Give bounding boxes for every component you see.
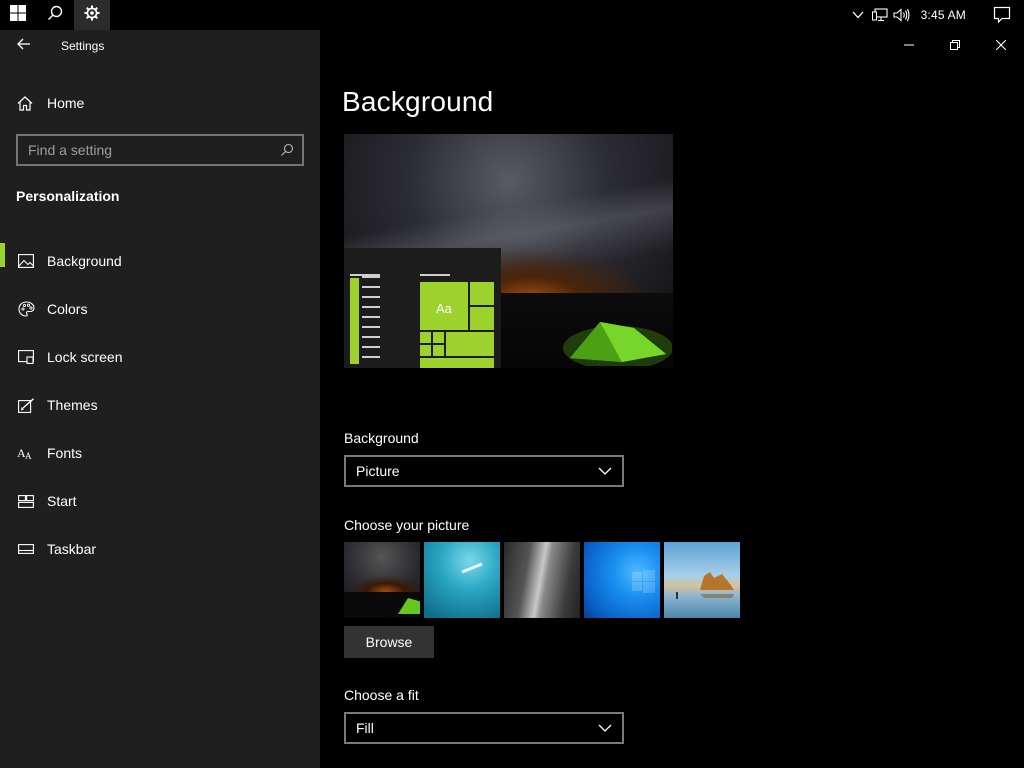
sidebar-item-label: Fonts	[47, 445, 83, 461]
home-icon	[17, 95, 33, 111]
thumbnail-rock-cliff[interactable]	[504, 542, 580, 618]
minimize-icon	[904, 37, 914, 55]
sidebar-item-label: Lock screen	[47, 349, 123, 365]
sidebar-item-colors[interactable]: Colors	[0, 285, 320, 333]
windows-logo-icon	[10, 4, 26, 26]
picture-thumbnails	[344, 542, 740, 618]
chevron-up-icon[interactable]	[847, 0, 869, 30]
action-center-icon[interactable]	[980, 0, 1024, 30]
background-dropdown[interactable]: Picture	[344, 455, 624, 487]
sidebar-item-label: Themes	[47, 397, 98, 413]
preview-tile	[433, 332, 444, 343]
preview-tiles: Aa	[420, 282, 494, 368]
restore-button[interactable]	[932, 30, 978, 62]
preview-line	[420, 274, 450, 276]
rocks-thumbnail-icon	[676, 572, 734, 599]
windows-logo-thumbnail-icon	[632, 570, 655, 593]
preview-start-menu: Aa	[344, 248, 501, 368]
preview-tile-wide	[446, 332, 494, 356]
title-bar: Settings	[0, 30, 320, 62]
swimmer-thumbnail-icon	[461, 562, 483, 574]
preview-menu-lines	[362, 276, 382, 366]
lock-screen-icon	[17, 350, 35, 364]
search-icon	[47, 5, 63, 26]
tent-illustration	[563, 322, 672, 366]
background-dropdown-value: Picture	[356, 463, 400, 479]
nav-list: Background Colors Lock screen Themes AA …	[0, 237, 320, 573]
back-button[interactable]	[0, 30, 48, 62]
taskbar: 3:45 AM	[0, 0, 1024, 30]
sidebar-item-start[interactable]: Start	[0, 477, 320, 525]
restore-icon	[950, 37, 960, 55]
preview-tile	[470, 307, 494, 330]
sidebar-item-fonts[interactable]: AA Fonts	[0, 429, 320, 477]
chevron-down-icon	[598, 719, 612, 737]
page-title: Background	[342, 86, 494, 117]
preview-tile	[420, 345, 431, 356]
fit-label: Choose a fit	[344, 687, 419, 703]
preview-tile	[433, 345, 444, 356]
thumbnail-beach-rocks[interactable]	[664, 542, 740, 618]
palette-icon	[17, 301, 35, 317]
fit-dropdown-value: Fill	[356, 720, 374, 736]
sidebar-item-label: Colors	[47, 301, 88, 317]
paintbrush-icon	[17, 397, 35, 413]
sidebar-item-themes[interactable]: Themes	[0, 381, 320, 429]
preview-sample-text: Aa	[436, 301, 452, 316]
home-link[interactable]: Home	[0, 85, 320, 121]
window-controls	[886, 30, 1024, 62]
taskbar-search-button[interactable]	[37, 0, 73, 30]
volume-icon[interactable]	[891, 0, 913, 30]
preview-tile-wide	[420, 358, 494, 368]
close-icon	[995, 37, 1007, 55]
start-icon	[17, 494, 35, 508]
browse-button[interactable]: Browse	[344, 626, 434, 658]
preview-tile	[470, 282, 494, 305]
tent-thumbnail-icon	[344, 592, 420, 618]
background-label: Background	[344, 430, 419, 446]
find-setting-search[interactable]	[16, 134, 304, 166]
system-tray: 3:45 AM	[847, 0, 1024, 30]
close-button[interactable]	[978, 30, 1024, 62]
sidebar-item-lock-screen[interactable]: Lock screen	[0, 333, 320, 381]
sidebar-item-taskbar[interactable]: Taskbar	[0, 525, 320, 573]
thumbnail-night-sky-tent[interactable]	[344, 542, 420, 618]
sidebar-item-label: Taskbar	[47, 541, 97, 557]
sidebar-item-label: Background	[47, 253, 122, 269]
taskbar-settings-button[interactable]	[74, 0, 110, 30]
network-icon[interactable]	[869, 0, 891, 30]
preview-tile-large: Aa	[420, 282, 468, 330]
start-button[interactable]	[0, 0, 36, 30]
chevron-down-icon	[598, 462, 612, 480]
home-label: Home	[47, 95, 85, 111]
search-input[interactable]	[18, 142, 272, 158]
sidebar-item-background[interactable]: Background	[0, 237, 320, 285]
clock[interactable]: 3:45 AM	[921, 8, 966, 22]
picture-icon	[17, 254, 35, 268]
section-title: Personalization	[16, 188, 120, 204]
preview-tile	[420, 332, 431, 343]
fit-dropdown[interactable]: Fill	[344, 712, 624, 744]
taskbar-icon	[17, 544, 35, 554]
thumbnail-underwater[interactable]	[424, 542, 500, 618]
sidebar-item-label: Start	[47, 493, 77, 509]
search-icon[interactable]	[272, 143, 302, 157]
minimize-button[interactable]	[886, 30, 932, 62]
preview-menu-strip	[350, 278, 359, 364]
back-arrow-icon	[17, 37, 31, 55]
app-title: Settings	[61, 39, 105, 53]
svg-text:A: A	[25, 451, 32, 460]
background-preview: Aa	[344, 134, 673, 368]
font-icon: AA	[17, 446, 35, 460]
thumbnail-windows-blue[interactable]	[584, 542, 660, 618]
gear-icon	[84, 5, 100, 26]
choose-picture-label: Choose your picture	[344, 517, 470, 533]
